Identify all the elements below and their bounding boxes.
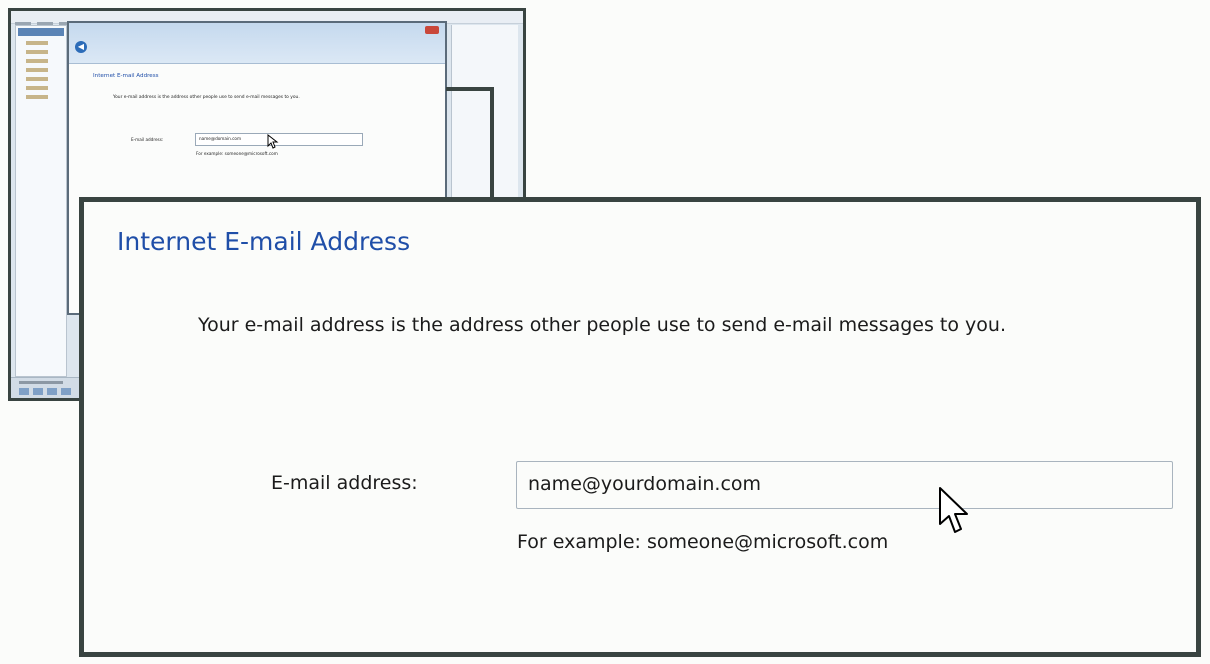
thumbnail-email-label: E-mail address: xyxy=(131,137,164,142)
mouse-pointer-icon xyxy=(267,134,279,149)
back-arrow-icon[interactable]: ◀ xyxy=(75,41,87,53)
thumbnail-email-input[interactable]: name@domain.com xyxy=(195,133,363,146)
email-label: E-mail address: xyxy=(271,472,418,494)
mouse-pointer-icon xyxy=(939,487,968,533)
email-field[interactable]: name@yourdomain.com xyxy=(516,461,1173,509)
thumbnail-heading: Internet E-mail Address xyxy=(93,73,159,79)
intro-text: Your e-mail address is the address other… xyxy=(198,314,1007,336)
thumbnail-intro: Your e-mail address is the address other… xyxy=(113,95,300,100)
close-icon[interactable] xyxy=(425,26,439,34)
connector-line xyxy=(490,87,494,199)
connector-line xyxy=(446,87,494,91)
email-example-hint: For example: someone@microsoft.com xyxy=(517,531,889,553)
thumbnail-dialog-titlebar: ◀ xyxy=(69,23,445,64)
page-title: Internet E-mail Address xyxy=(117,227,411,256)
thumbnail-folder-pane xyxy=(15,25,67,377)
email-field-value: name@yourdomain.com xyxy=(528,473,762,495)
zoomed-dialog-panel: Internet E-mail Address Your e-mail addr… xyxy=(79,197,1201,657)
thumbnail-email-hint: For example: someone@microsoft.com xyxy=(196,151,278,156)
thumbnail-email-value: name@domain.com xyxy=(199,136,242,141)
